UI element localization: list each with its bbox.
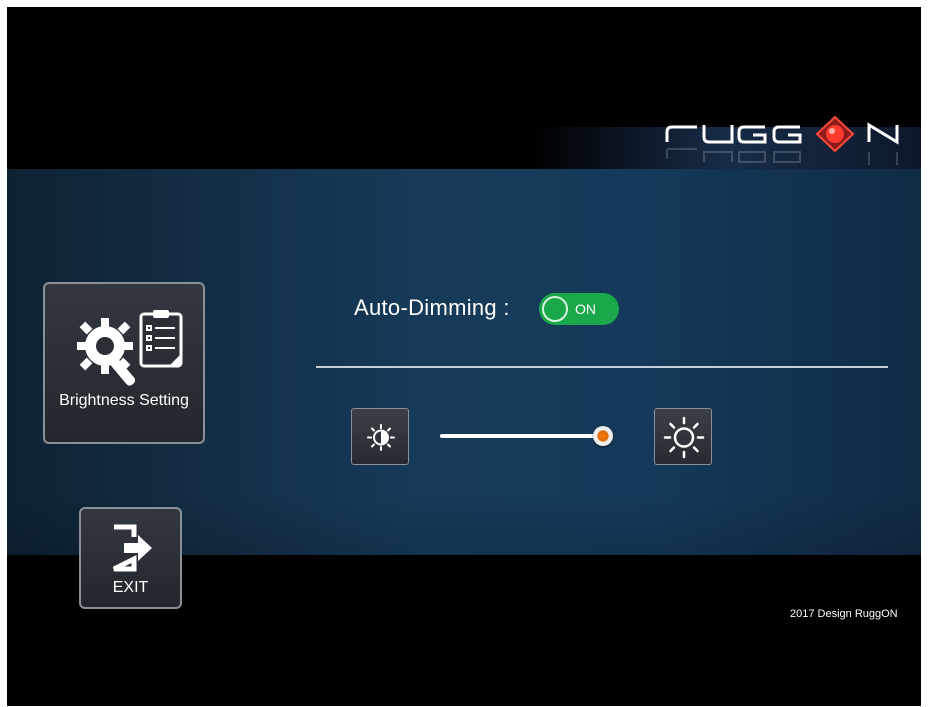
copyright-text: 2017 Design RuggON xyxy=(790,608,898,620)
auto-dimming-label: Auto-Dimming : xyxy=(354,295,510,320)
brightness-low-icon xyxy=(367,424,395,451)
brightness-setting-button[interactable]: Brightness Setting xyxy=(43,282,205,444)
app-window: Brightness Setting EXIT Auto-Dimming : O… xyxy=(7,7,921,706)
ruggon-logo xyxy=(665,115,899,165)
exit-button[interactable]: EXIT xyxy=(79,507,182,609)
brightness-setting-label: Brightness Setting xyxy=(59,392,189,409)
toggle-knob xyxy=(542,296,568,322)
exit-door-icon xyxy=(112,524,152,572)
brightness-slider-thumb[interactable] xyxy=(593,426,613,446)
section-divider xyxy=(316,366,888,368)
gear-wrench-checklist-icon xyxy=(77,310,183,386)
brightness-increase-button[interactable] xyxy=(654,408,712,465)
brightness-high-icon xyxy=(663,416,705,459)
brightness-decrease-button[interactable] xyxy=(351,408,409,465)
brightness-slider[interactable] xyxy=(440,426,613,446)
toggle-state-text: ON xyxy=(575,301,596,317)
auto-dimming-toggle[interactable]: ON xyxy=(539,293,619,325)
exit-label: EXIT xyxy=(112,579,149,596)
